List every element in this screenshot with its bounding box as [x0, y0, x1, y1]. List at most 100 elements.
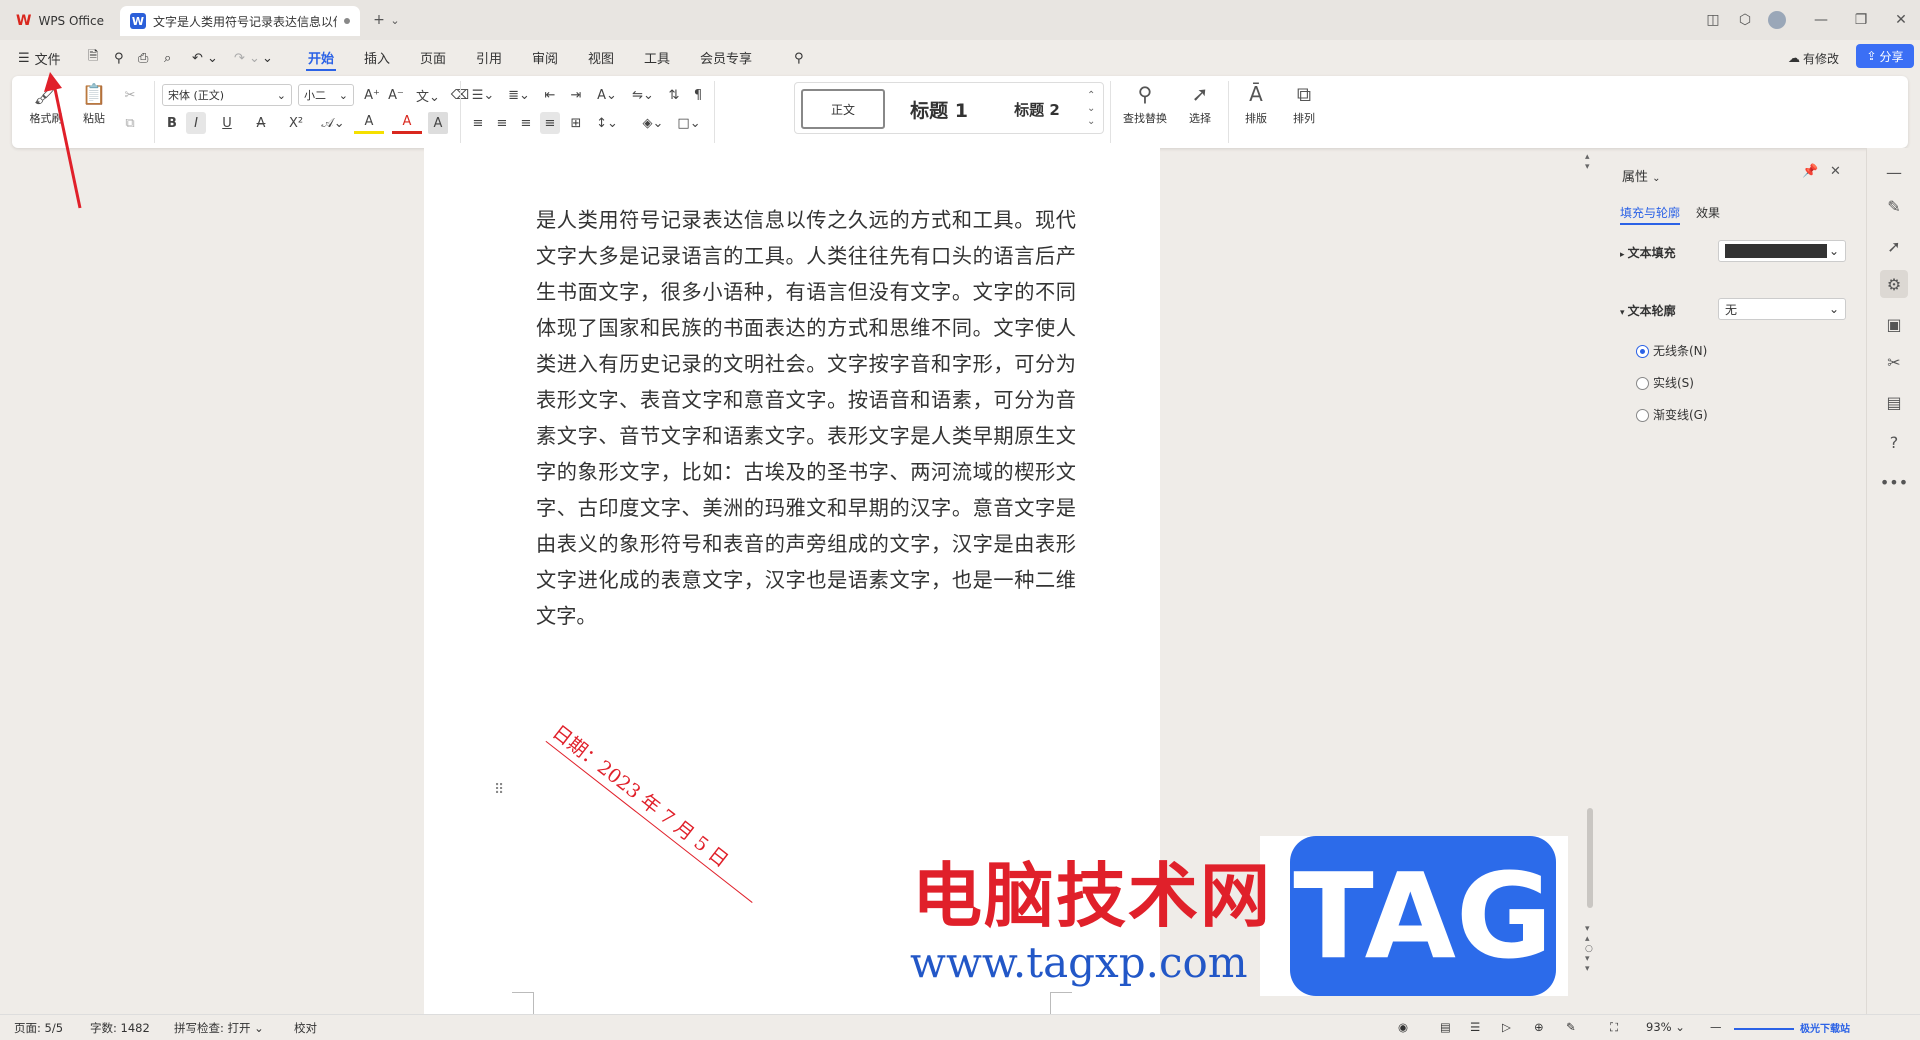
proofread[interactable]: 校对 [294, 1020, 317, 1036]
date-stamp[interactable]: 日期：2023 年 7 月 5 日 [545, 718, 771, 903]
italic-button[interactable]: I [186, 112, 206, 134]
style-gallery-scroll-icon[interactable]: ⌃ ⌄ ⌄ [1087, 89, 1095, 128]
bold-button[interactable]: B [162, 112, 182, 134]
borders-icon[interactable]: □⌄ [674, 112, 704, 134]
tab-page[interactable]: 页面 [418, 48, 448, 69]
panel-title[interactable]: 属性 ⌄ [1622, 166, 1661, 185]
text-effect-button[interactable]: 𝒜⌄ [318, 112, 348, 134]
scroll-up-icon[interactable]: ▴ ▾ [1585, 152, 1590, 172]
play-icon[interactable]: ▷ [1502, 1020, 1511, 1034]
share-link-icon[interactable]: ⚲ [110, 46, 128, 70]
outline-view-icon[interactable]: ☰ [1470, 1020, 1480, 1034]
zoom-out-button[interactable]: — [1710, 1020, 1722, 1034]
text-fill-select[interactable]: ⌄ [1718, 240, 1846, 262]
cube-icon[interactable]: ⬡ [1732, 8, 1758, 32]
show-marks-icon[interactable]: ¶ [688, 84, 708, 106]
zoom-level[interactable]: 93% ⌄ [1646, 1020, 1685, 1034]
phonetic-guide-icon[interactable]: 文⌄ [412, 84, 444, 106]
numbered-list-icon[interactable]: ≣⌄ [504, 84, 534, 106]
align-right-icon[interactable]: ≡ [516, 112, 536, 134]
arrange-button[interactable]: ⧉ 排列 [1282, 76, 1326, 138]
search-icon[interactable]: ⚲ [790, 46, 808, 70]
option-gradient-line[interactable]: 渐变线(G) [1636, 406, 1708, 423]
tools-icon[interactable]: ✂ [1880, 348, 1908, 376]
font-size-select[interactable]: 小二 ⌄ [298, 84, 354, 106]
scroll-thumb[interactable] [1587, 808, 1593, 908]
increase-indent-icon[interactable]: ⇥ [566, 84, 586, 106]
modified-status[interactable]: ☁ 有修改 [1784, 46, 1843, 70]
text-direction-icon[interactable]: ⇋⌄ [628, 84, 658, 106]
tab-tools[interactable]: 工具 [642, 48, 672, 69]
share-button[interactable]: ⇪ 分享 [1856, 44, 1914, 68]
user-avatar[interactable] [1764, 8, 1790, 32]
pin-icon[interactable]: 📌 [1802, 164, 1818, 179]
font-name-select[interactable]: 宋体 (正文) ⌄ [162, 84, 292, 106]
tab-view[interactable]: 视图 [586, 48, 616, 69]
page-indicator[interactable]: 页面: 5/5 [14, 1020, 63, 1036]
print-icon[interactable]: ⎙ [134, 46, 152, 70]
shrink-font-icon[interactable]: A⁻ [386, 84, 406, 106]
highlight-button[interactable]: A [354, 112, 384, 134]
undo-icon[interactable]: ↶ ⌄ [188, 46, 222, 70]
fit-page-icon[interactable]: ⛶ [1610, 1020, 1618, 1035]
line-spacing-icon[interactable]: ↕⌄ [592, 112, 622, 134]
select-button[interactable]: ➚ 选择 [1178, 76, 1222, 138]
scroll-page-nav-icon[interactable]: ▾ ▴ ○ ▾ ▾ [1585, 924, 1593, 974]
print-preview-icon[interactable]: ⌕ [160, 46, 175, 70]
text-fill-label[interactable]: ▸ 文本填充 [1620, 244, 1676, 261]
close-window-button[interactable]: ✕ [1888, 8, 1914, 32]
tab-wps-office[interactable]: W WPS Office [6, 6, 114, 36]
help-icon[interactable]: ? [1880, 428, 1908, 456]
pen-icon[interactable]: ✎ [1880, 192, 1908, 220]
asian-layout-icon[interactable]: A⌄ [592, 84, 622, 106]
eye-icon[interactable]: ◉ [1398, 1020, 1408, 1034]
word-count[interactable]: 字数: 1482 [90, 1020, 150, 1036]
web-view-icon[interactable]: ⊕ [1534, 1020, 1544, 1034]
tab-insert[interactable]: 插入 [362, 48, 392, 69]
image-icon[interactable]: ▣ [1880, 310, 1908, 338]
tab-reference[interactable]: 引用 [474, 48, 504, 69]
document-body-text[interactable]: 是人类用符号记录表达信息以传之久远的方式和工具。现代文字大多是记录语言的工具。人… [536, 202, 1076, 634]
page-view-icon[interactable]: ▤ [1440, 1020, 1451, 1034]
find-replace-button[interactable]: ⚲ 查找替换 [1116, 76, 1174, 138]
more-icon[interactable]: ••• [1880, 468, 1908, 496]
grow-font-icon[interactable]: A⁺ [362, 84, 382, 106]
tab-member[interactable]: 会员专享 [698, 48, 754, 69]
option-solid-line[interactable]: 实线(S) [1636, 374, 1694, 391]
distribute-icon[interactable]: ⊞ [566, 112, 586, 134]
layout-button[interactable]: Ā 排版 [1234, 76, 1278, 138]
cut-icon[interactable]: ✂ [120, 84, 140, 106]
paragraph-shading-icon[interactable]: ◈⌄ [638, 112, 668, 134]
underline-button[interactable]: U [212, 112, 242, 134]
tab-fill-outline[interactable]: 填充与轮廓 [1620, 204, 1681, 225]
style-heading-1[interactable]: 标题 1 [891, 89, 987, 129]
tab-review[interactable]: 审阅 [530, 48, 560, 69]
close-panel-icon[interactable]: ✕ [1830, 164, 1841, 179]
vertical-scrollbar[interactable]: ▴ ▾ ▾ ▴ ○ ▾ ▾ [1582, 148, 1598, 1014]
justify-icon[interactable]: ≡ [540, 112, 560, 134]
decrease-indent-icon[interactable]: ⇤ [540, 84, 560, 106]
properties-icon[interactable]: ⚙ [1880, 270, 1908, 298]
tab-effects[interactable]: 效果 [1696, 204, 1720, 221]
align-center-icon[interactable]: ≡ [492, 112, 512, 134]
copy-icon[interactable]: ⧉ [120, 112, 140, 134]
select-cursor-icon[interactable]: ➚ [1880, 232, 1908, 260]
align-left-icon[interactable]: ≡ [468, 112, 488, 134]
text-outline-select[interactable]: 无 ⌄ [1718, 298, 1846, 320]
text-outline-label[interactable]: ▾ 文本轮廓 [1620, 302, 1676, 319]
sort-icon[interactable]: ⇅ [664, 84, 684, 106]
zoom-slider[interactable] [1734, 1028, 1794, 1030]
review-icon[interactable]: ▤ [1880, 388, 1908, 416]
font-color-button[interactable]: A [392, 112, 422, 134]
char-shading-button[interactable]: A [428, 112, 448, 134]
file-menu[interactable]: ☰ 文件 [14, 46, 65, 70]
strikethrough-button[interactable]: A [246, 112, 276, 134]
spell-check[interactable]: 拼写检查: 打开 ⌄ [174, 1020, 264, 1036]
restore-button[interactable]: ❐ [1848, 8, 1874, 32]
superscript-button[interactable]: X² [280, 112, 312, 134]
unsaved-dot-icon[interactable] [344, 18, 350, 24]
tab-document[interactable]: W 文字是人类用符号记录表达信息以传之久远的方式和工具 [120, 6, 360, 36]
save-icon[interactable]: 🗎 [84, 46, 102, 70]
layout-icon[interactable]: ◫ [1700, 8, 1726, 32]
style-normal[interactable]: 正文 [801, 89, 885, 129]
